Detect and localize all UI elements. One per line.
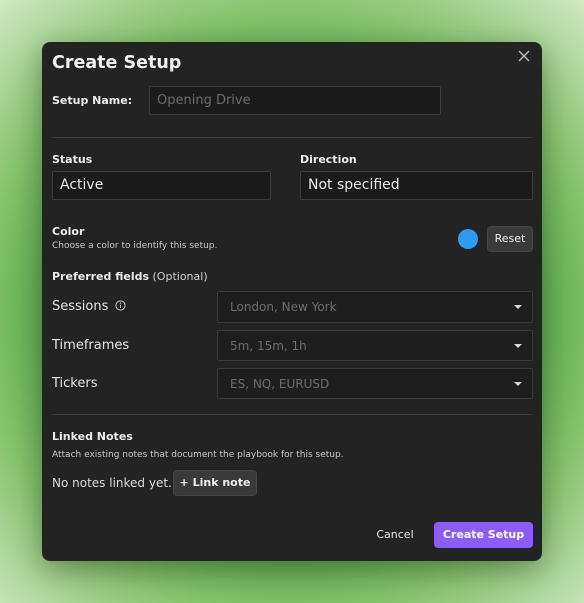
create-setup-button[interactable]: Create Setup [434,522,533,548]
chevron-down-icon [514,382,522,386]
link-note-button[interactable]: + Link note [173,470,257,496]
chevron-down-icon [514,344,522,348]
color-label: Color [52,225,85,238]
preferred-fields-label: Preferred fields [52,270,150,283]
timeframes-select[interactable]: 5m, 15m, 1h [217,330,533,361]
tickers-placeholder: ES, NQ, EURUSD [230,377,330,391]
direction-select[interactable]: Not specified [300,171,533,200]
chevron-down-icon [514,305,522,309]
divider [52,137,532,138]
linked-notes-label: Linked Notes [52,430,133,443]
timeframes-placeholder: 5m, 15m, 1h [230,339,307,353]
timeframes-label: Timeframes [52,338,130,353]
direction-value: Not specified [308,177,400,193]
color-swatch[interactable] [458,229,478,249]
preferred-fields-heading: Preferred fields (Optional) [52,270,208,283]
status-select[interactable]: Active [52,171,271,200]
cancel-button[interactable]: Cancel [372,522,418,548]
close-icon[interactable] [516,48,532,64]
divider [52,414,532,415]
tickers-label: Tickers [52,376,98,391]
linked-notes-description: Attach existing notes that document the … [52,450,344,460]
sessions-placeholder: London, New York [230,300,337,314]
setup-name-label: Setup Name: [52,94,133,107]
reset-color-button[interactable]: Reset [487,226,533,252]
tickers-select[interactable]: ES, NQ, EURUSD [217,368,533,399]
create-setup-dialog: Create Setup Setup Name: Status Active D… [42,42,542,561]
dialog-title: Create Setup [52,53,182,73]
status-value: Active [60,177,104,193]
info-icon [114,300,126,311]
status-label: Status [52,153,93,166]
direction-label: Direction [300,153,357,166]
sessions-label: Sessions [52,299,126,314]
sessions-select[interactable]: London, New York [217,291,533,323]
setup-name-input[interactable] [149,86,441,115]
color-description: Choose a color to identify this setup. [52,241,218,251]
no-notes-text: No notes linked yet. [52,476,172,490]
optional-label: (Optional) [152,270,208,283]
